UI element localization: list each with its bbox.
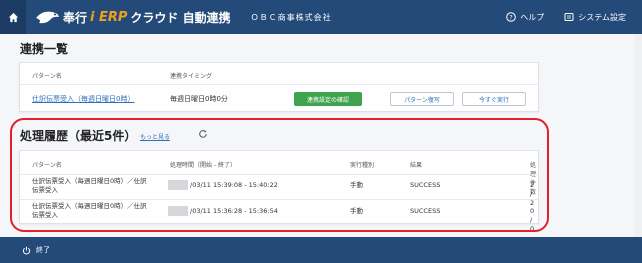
timing-header: 連携タイミング xyxy=(170,73,213,80)
copy-pattern-button[interactable]: パターン復写 xyxy=(390,92,454,106)
system-settings-link[interactable]: システム設定 xyxy=(564,12,626,23)
settings-icon xyxy=(564,13,574,21)
logo-prefix: 奉行 xyxy=(63,10,88,25)
footer-bar: 終了 xyxy=(0,237,642,263)
power-icon[interactable] xyxy=(22,246,31,255)
logo-erp: i ERP xyxy=(90,9,128,25)
app-logo: 奉行 i ERP クラウド 自動連携 xyxy=(34,8,231,26)
divider xyxy=(20,84,538,85)
settings-label: システム設定 xyxy=(578,12,626,22)
bird-logo-icon xyxy=(36,11,59,24)
top-bar: 奉行 i ERP クラウド 自動連携 ＯＢＣ商事株式会社 ? ヘルプ システム設… xyxy=(0,0,642,34)
svg-text:?: ? xyxy=(510,13,513,21)
help-link[interactable]: ? ヘルプ xyxy=(506,12,544,23)
home-icon xyxy=(8,12,18,22)
pattern-list-card: パターン名 連携タイミング 仕訳伝票受入（毎週日曜日0時） 毎週日曜日0時0分 … xyxy=(19,62,539,112)
pattern-timing: 毎週日曜日0時0分 xyxy=(170,95,228,103)
pattern-name-link[interactable]: 仕訳伝票受入（毎週日曜日0時） xyxy=(32,94,134,104)
scrollbar[interactable] xyxy=(634,34,642,237)
home-button[interactable] xyxy=(0,0,26,34)
pattern-name-header: パターン名 xyxy=(32,73,62,80)
page-title: 連携一覧 xyxy=(20,42,69,56)
highlight-frame xyxy=(10,118,549,232)
confirm-settings-button[interactable]: 連携設定の確認 xyxy=(294,92,362,106)
help-icon: ? xyxy=(506,12,517,22)
company-name: ＯＢＣ商事株式会社 xyxy=(250,12,332,22)
logo-suffix: クラウド 自動連携 xyxy=(130,10,231,25)
run-now-button[interactable]: 今すぐ実行 xyxy=(462,92,526,106)
help-label: ヘルプ xyxy=(520,12,545,22)
exit-label[interactable]: 終了 xyxy=(36,245,50,255)
